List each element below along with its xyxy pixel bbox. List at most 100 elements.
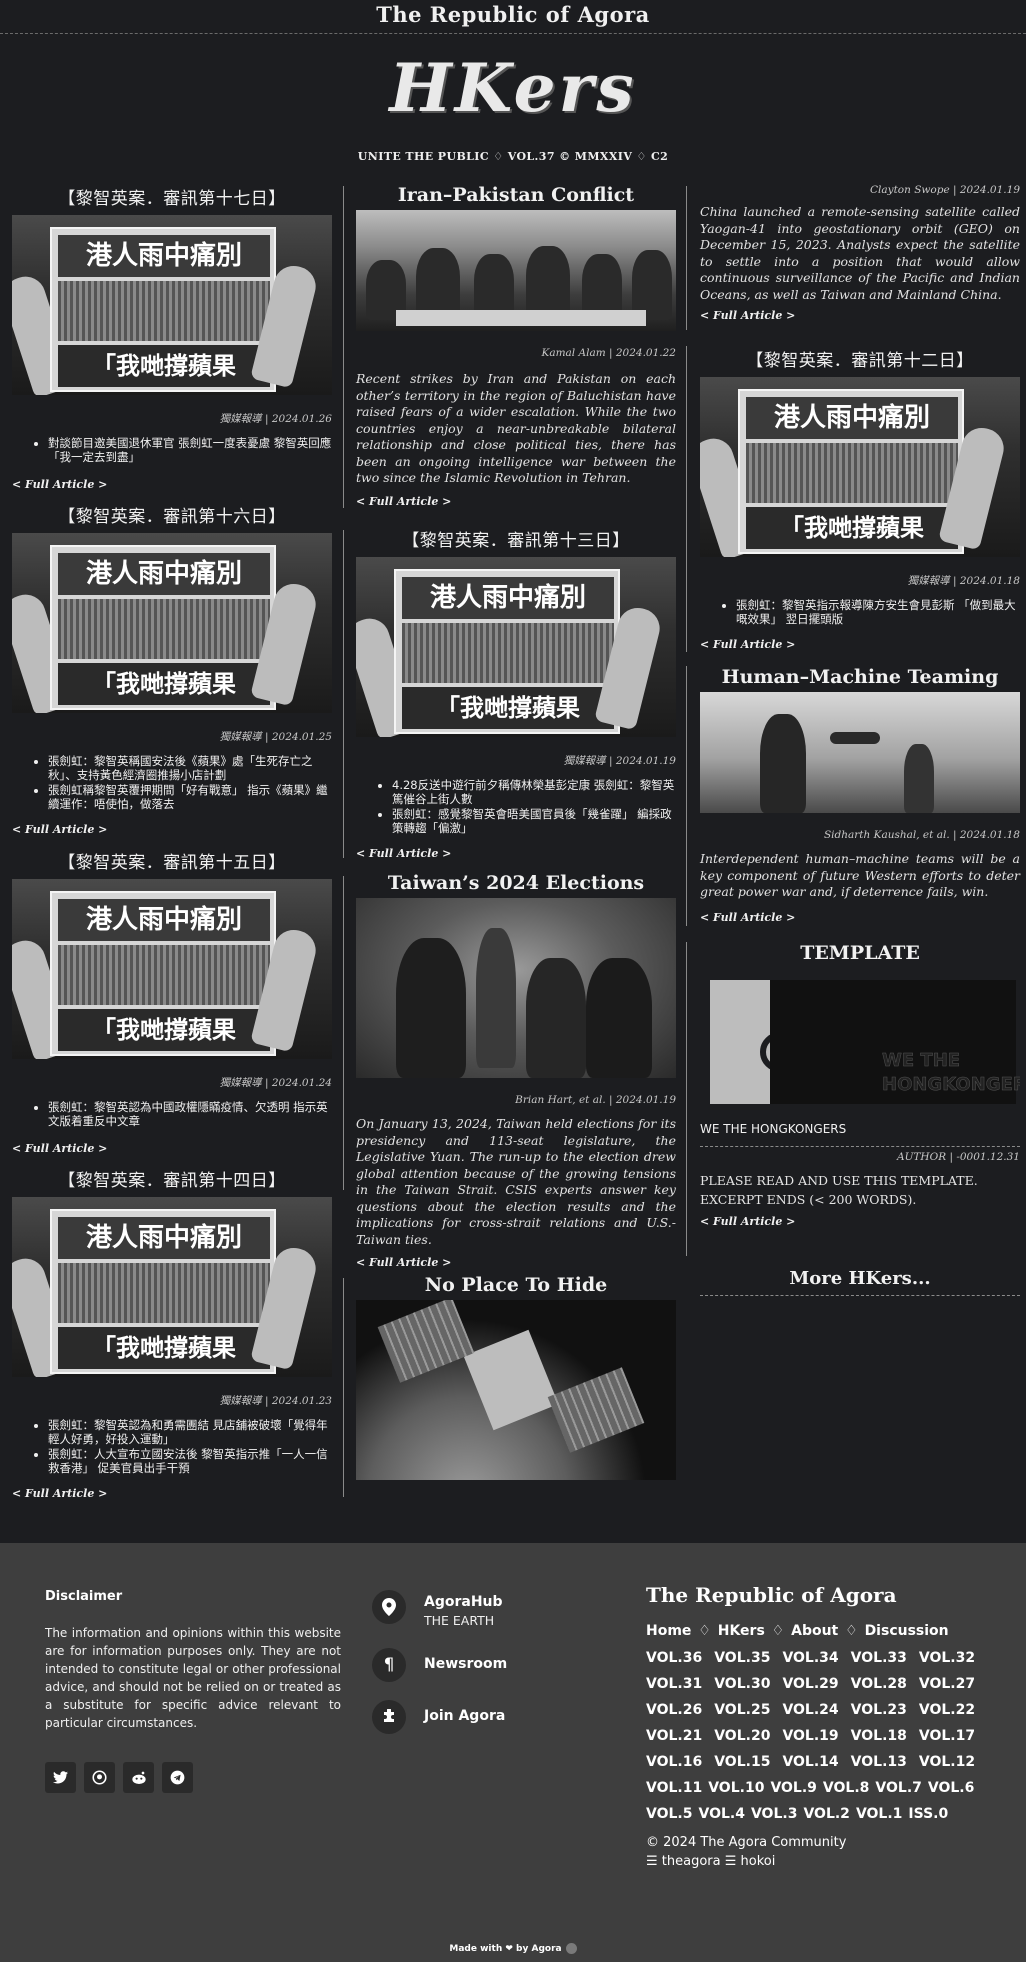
volume-link[interactable]: VOL.15 <box>714 1749 770 1775</box>
newspaper-shape: 港人雨中痛別 「我哋撐蘋果 <box>50 227 276 392</box>
volume-link[interactable]: VOL.21 <box>646 1723 702 1749</box>
disclaimer-text: The information and opinions within this… <box>45 1626 341 1730</box>
volume-link[interactable]: VOL.12 <box>919 1749 975 1775</box>
volume-link[interactable]: VOL.8 <box>823 1775 869 1801</box>
full-article-link[interactable]: < Full Article > <box>700 1215 1020 1228</box>
nav-home[interactable]: Home <box>646 1623 691 1639</box>
article-image[interactable]: 港人雨中痛別 「我哋撐蘋果 <box>12 879 332 1059</box>
full-article-link[interactable]: < Full Article > <box>356 1256 676 1269</box>
article-summary: China launched a remote-sensing satellit… <box>700 204 1020 302</box>
full-article-link[interactable]: < Full Article > <box>12 1142 332 1155</box>
volume-link[interactable]: VOL.1 <box>856 1801 902 1827</box>
volume-link[interactable]: VOL.10 <box>708 1775 764 1801</box>
volume-link[interactable]: ISS.0 <box>908 1801 948 1827</box>
volume-link[interactable]: VOL.2 <box>803 1801 849 1827</box>
article-title[interactable]: 【黎智英案．審訊第十三日】 <box>356 526 676 551</box>
volume-link[interactable]: VOL.18 <box>851 1723 907 1749</box>
newsroom-item[interactable]: ¶ Newsroom <box>372 1648 612 1682</box>
article-title[interactable]: TEMPLATE <box>700 942 1020 964</box>
volume-link[interactable]: VOL.14 <box>782 1749 838 1775</box>
volume-link[interactable]: VOL.23 <box>851 1697 907 1723</box>
full-article-link[interactable]: < Full Article > <box>700 309 1020 322</box>
banner-shape <box>396 310 646 326</box>
more-hkers-link[interactable]: More HKers... <box>700 1268 1020 1289</box>
more-hkers: More HKers... <box>700 1268 1020 1296</box>
article-title[interactable]: 【黎智英案．審訊第十七日】 <box>12 184 332 209</box>
article-image[interactable]: 港人雨中痛別 「我哋撐蘋果 <box>356 557 676 737</box>
volume-link[interactable]: VOL.13 <box>851 1749 907 1775</box>
volume-link[interactable]: VOL.17 <box>919 1723 975 1749</box>
volume-link[interactable]: VOL.29 <box>782 1671 838 1697</box>
article-title[interactable]: 【黎智英案．審訊第十二日】 <box>700 346 1020 371</box>
article-title[interactable]: 【黎智英案．審訊第十六日】 <box>12 502 332 527</box>
article-image[interactable]: 港人雨中痛別 「我哋撐蘋果 <box>12 1197 332 1377</box>
nav-discussion[interactable]: Discussion <box>865 1623 949 1639</box>
volume-link[interactable]: VOL.7 <box>875 1775 921 1801</box>
article-title[interactable]: No Place To Hide <box>356 1274 676 1296</box>
article-title[interactable]: Human–Machine Teaming <box>700 666 1020 688</box>
volume-link[interactable]: VOL.25 <box>714 1697 770 1723</box>
full-article-link[interactable]: < Full Article > <box>356 847 676 860</box>
volume-link[interactable]: VOL.34 <box>782 1645 838 1671</box>
article-title[interactable]: 【黎智英案．審訊第十五日】 <box>12 848 332 873</box>
full-article-link[interactable]: < Full Article > <box>12 478 332 491</box>
article-title[interactable]: Iran–Pakistan Conflict <box>356 184 676 206</box>
volume-link[interactable]: VOL.19 <box>782 1723 838 1749</box>
footer-brand[interactable]: The Republic of Agora <box>646 1583 991 1607</box>
agorahub-sub: THE EARTH <box>424 1613 495 1628</box>
full-article-link[interactable]: < Full Article > <box>700 638 1020 651</box>
volume-link[interactable]: VOL.22 <box>919 1697 975 1723</box>
github-icon[interactable] <box>84 1762 115 1793</box>
twitter-icon[interactable] <box>45 1762 76 1793</box>
article-image[interactable] <box>700 692 1020 813</box>
volume-link[interactable]: VOL.28 <box>851 1671 907 1697</box>
template-logo[interactable]: WE THE HONGKONGERS <box>700 972 1020 1112</box>
article-bullets: 4.28反送中遊行前夕稱傳林榮基彭定康 張劍虹：黎智英篤催谷上街人數 張劍虹：感… <box>356 778 676 835</box>
nav-hkers[interactable]: HKers <box>718 1623 765 1639</box>
article-bullets: 張劍虹：黎智英稱國安法後《蘋果》處「生死存亡之秋」、支持黃色經濟圈推揚小店計劃 … <box>12 754 332 811</box>
article-image[interactable]: 港人雨中痛別 「我哋撐蘋果 <box>12 533 332 713</box>
join-item[interactable]: Join Agora <box>372 1700 612 1734</box>
telegram-icon[interactable] <box>162 1762 193 1793</box>
full-article-link[interactable]: < Full Article > <box>12 1487 332 1500</box>
article-image[interactable] <box>356 1300 676 1480</box>
site-logo[interactable]: HKers <box>0 48 1026 128</box>
volume-link[interactable]: VOL.30 <box>714 1671 770 1697</box>
site-title[interactable]: The Republic of Agora <box>376 2 650 27</box>
article-title[interactable]: Taiwan’s 2024 Elections <box>356 872 676 894</box>
volume-link[interactable]: VOL.9 <box>770 1775 816 1801</box>
article-image[interactable] <box>356 898 676 1078</box>
volume-link[interactable]: VOL.35 <box>714 1645 770 1671</box>
volume-link[interactable]: VOL.4 <box>698 1801 744 1827</box>
full-article-link[interactable]: < Full Article > <box>12 823 332 836</box>
article-card: Iran–Pakistan Conflict Kamal Alam | 2024… <box>356 184 676 508</box>
volume-link[interactable]: VOL.3 <box>751 1801 797 1827</box>
article-image[interactable] <box>356 210 676 331</box>
volume-link[interactable]: VOL.16 <box>646 1749 702 1775</box>
volume-link[interactable]: VOL.6 <box>928 1775 974 1801</box>
newspaper-shape: 港人雨中痛別 「我哋撐蘋果 <box>50 1209 276 1374</box>
nav-separator: ♢ <box>698 1623 711 1639</box>
reddit-icon[interactable] <box>123 1762 154 1793</box>
article-image[interactable]: 港人雨中痛別 「我哋撐蘋果 <box>12 215 332 395</box>
agorahub-item[interactable]: AgoraHub THE EARTH <box>372 1590 612 1630</box>
volume-link[interactable]: VOL.33 <box>851 1645 907 1671</box>
drone-shape <box>830 732 880 744</box>
volume-link[interactable]: VOL.36 <box>646 1645 702 1671</box>
full-article-link[interactable]: < Full Article > <box>700 911 1020 924</box>
article-card: 【黎智英案．審訊第十二日】 港人雨中痛別 「我哋撐蘋果 獨媒報導 | 2024.… <box>700 346 1020 651</box>
newspaper-shape: 港人雨中痛別 「我哋撐蘋果 <box>738 389 964 554</box>
volume-link[interactable]: VOL.24 <box>782 1697 838 1723</box>
article-image[interactable]: 港人雨中痛別 「我哋撐蘋果 <box>700 377 1020 557</box>
article-title[interactable]: 【黎智英案．審訊第十四日】 <box>12 1166 332 1191</box>
column-divider <box>343 1278 344 1497</box>
volume-link[interactable]: VOL.31 <box>646 1671 702 1697</box>
volume-link[interactable]: VOL.26 <box>646 1697 702 1723</box>
volume-link[interactable]: VOL.20 <box>714 1723 770 1749</box>
full-article-link[interactable]: < Full Article > <box>356 495 676 508</box>
volume-link[interactable]: VOL.27 <box>919 1671 975 1697</box>
volume-link[interactable]: VOL.32 <box>919 1645 975 1671</box>
volume-link[interactable]: VOL.11 <box>646 1775 702 1801</box>
nav-about[interactable]: About <box>791 1623 838 1639</box>
volume-link[interactable]: VOL.5 <box>646 1801 692 1827</box>
